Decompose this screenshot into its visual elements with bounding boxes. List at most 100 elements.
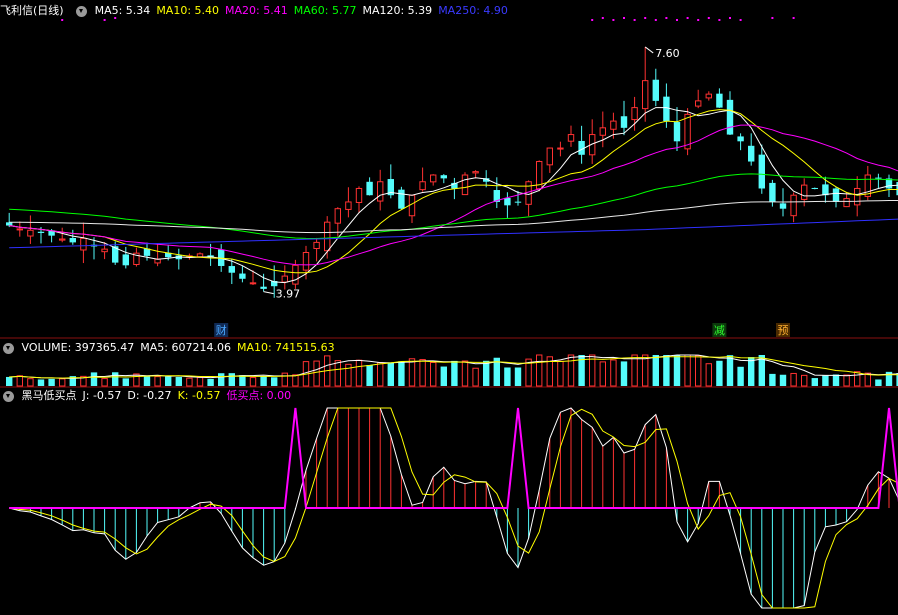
signal-dot — [718, 19, 721, 21]
volume-bar — [748, 357, 755, 386]
candle-body — [6, 222, 13, 226]
candle-body — [324, 221, 331, 252]
volume-bar — [589, 354, 596, 387]
signal-dot — [591, 19, 594, 21]
volume-bar — [811, 378, 818, 386]
volume-bar — [408, 358, 416, 387]
volume-bar — [175, 376, 182, 386]
candle-body — [801, 184, 808, 200]
candle-body — [663, 96, 670, 122]
candle-body — [80, 237, 87, 251]
candle-body — [419, 181, 426, 191]
event-marker-label: 财 — [216, 323, 227, 337]
candle-body — [313, 241, 320, 250]
volume-bar — [567, 354, 575, 387]
candle-body — [769, 182, 776, 202]
candle-body — [726, 99, 734, 135]
volume-bar — [143, 375, 151, 386]
candle-body — [557, 147, 564, 150]
volume-bar — [642, 354, 649, 387]
ma10-line — [9, 109, 898, 274]
event-marker-label: 减 — [714, 324, 725, 337]
candle-body — [196, 253, 204, 258]
signal-dot — [686, 17, 689, 19]
volume-bar — [663, 355, 670, 386]
low-arrow — [263, 291, 274, 295]
candle-body — [292, 264, 299, 285]
volume-bar — [673, 355, 681, 386]
volume-bar — [419, 359, 426, 387]
volume-bar — [48, 378, 55, 386]
signal-dot — [729, 17, 731, 19]
candle-body — [631, 107, 638, 121]
volume-bar — [843, 374, 850, 387]
candle-body — [69, 238, 76, 243]
candle-body — [716, 93, 723, 108]
candle-body — [122, 254, 129, 266]
candle-body — [355, 187, 363, 203]
volume-bar — [769, 373, 776, 386]
volume-bar — [461, 360, 469, 387]
candle-body — [652, 79, 659, 101]
high-label: 7.60 — [655, 47, 680, 60]
indicator-plot — [9, 407, 898, 609]
low-label: 3.97 — [276, 288, 301, 301]
volume-bar — [377, 362, 384, 387]
candle-body — [154, 258, 161, 264]
signal-dot — [61, 19, 64, 21]
candle-body — [811, 187, 818, 189]
volume-bar — [133, 373, 140, 387]
candle-body — [567, 134, 575, 142]
volume-bar — [27, 378, 34, 387]
volume-bar — [779, 374, 787, 386]
candle-body — [334, 208, 342, 224]
volume-bar — [440, 366, 447, 386]
candle-body — [239, 273, 246, 279]
signal-dot — [633, 19, 636, 21]
candle-body — [854, 187, 861, 206]
volume-bar — [536, 354, 543, 387]
volume-bar — [101, 378, 108, 387]
volume-bar — [652, 355, 659, 386]
candle-body — [790, 194, 797, 217]
volume-bar — [684, 354, 691, 387]
candlesticks — [6, 46, 898, 298]
volume-bar — [271, 377, 278, 386]
candle-body — [546, 147, 553, 166]
candle-body — [620, 116, 628, 128]
signal-dot — [665, 17, 668, 19]
volume-bar — [334, 360, 342, 387]
candle-body — [642, 80, 649, 110]
signal-dot — [114, 17, 117, 19]
candle-body — [228, 266, 235, 273]
signal-dot — [644, 17, 647, 19]
signal-dot — [792, 17, 795, 19]
candle-body — [673, 122, 681, 142]
volume-bar — [186, 377, 193, 387]
signal-dot — [612, 19, 615, 21]
volume-bar — [514, 367, 522, 386]
signal-dot — [739, 19, 742, 21]
volume-bar — [228, 373, 235, 386]
signal-dot — [676, 19, 678, 21]
volume-bar — [737, 366, 744, 386]
signal-dot — [697, 19, 700, 21]
candle-body — [779, 203, 787, 209]
candle-body — [599, 127, 606, 136]
candle-body — [705, 93, 712, 99]
candle-body — [59, 238, 66, 241]
volume-bar — [631, 354, 638, 387]
candle-body — [260, 286, 267, 289]
volume-bar — [822, 375, 829, 386]
stock-chart[interactable]: 财 减 预 7.60 3.97 — [0, 0, 898, 615]
candle-body — [695, 100, 702, 107]
candle-body — [377, 181, 384, 202]
volume-bar — [472, 367, 479, 387]
volume-bar — [239, 375, 246, 386]
volume-bar — [620, 361, 628, 386]
volume-bar — [59, 378, 66, 387]
candle-body — [16, 228, 24, 231]
candle-body — [37, 231, 45, 233]
candle-body — [737, 136, 744, 142]
volume-bar — [218, 373, 225, 386]
